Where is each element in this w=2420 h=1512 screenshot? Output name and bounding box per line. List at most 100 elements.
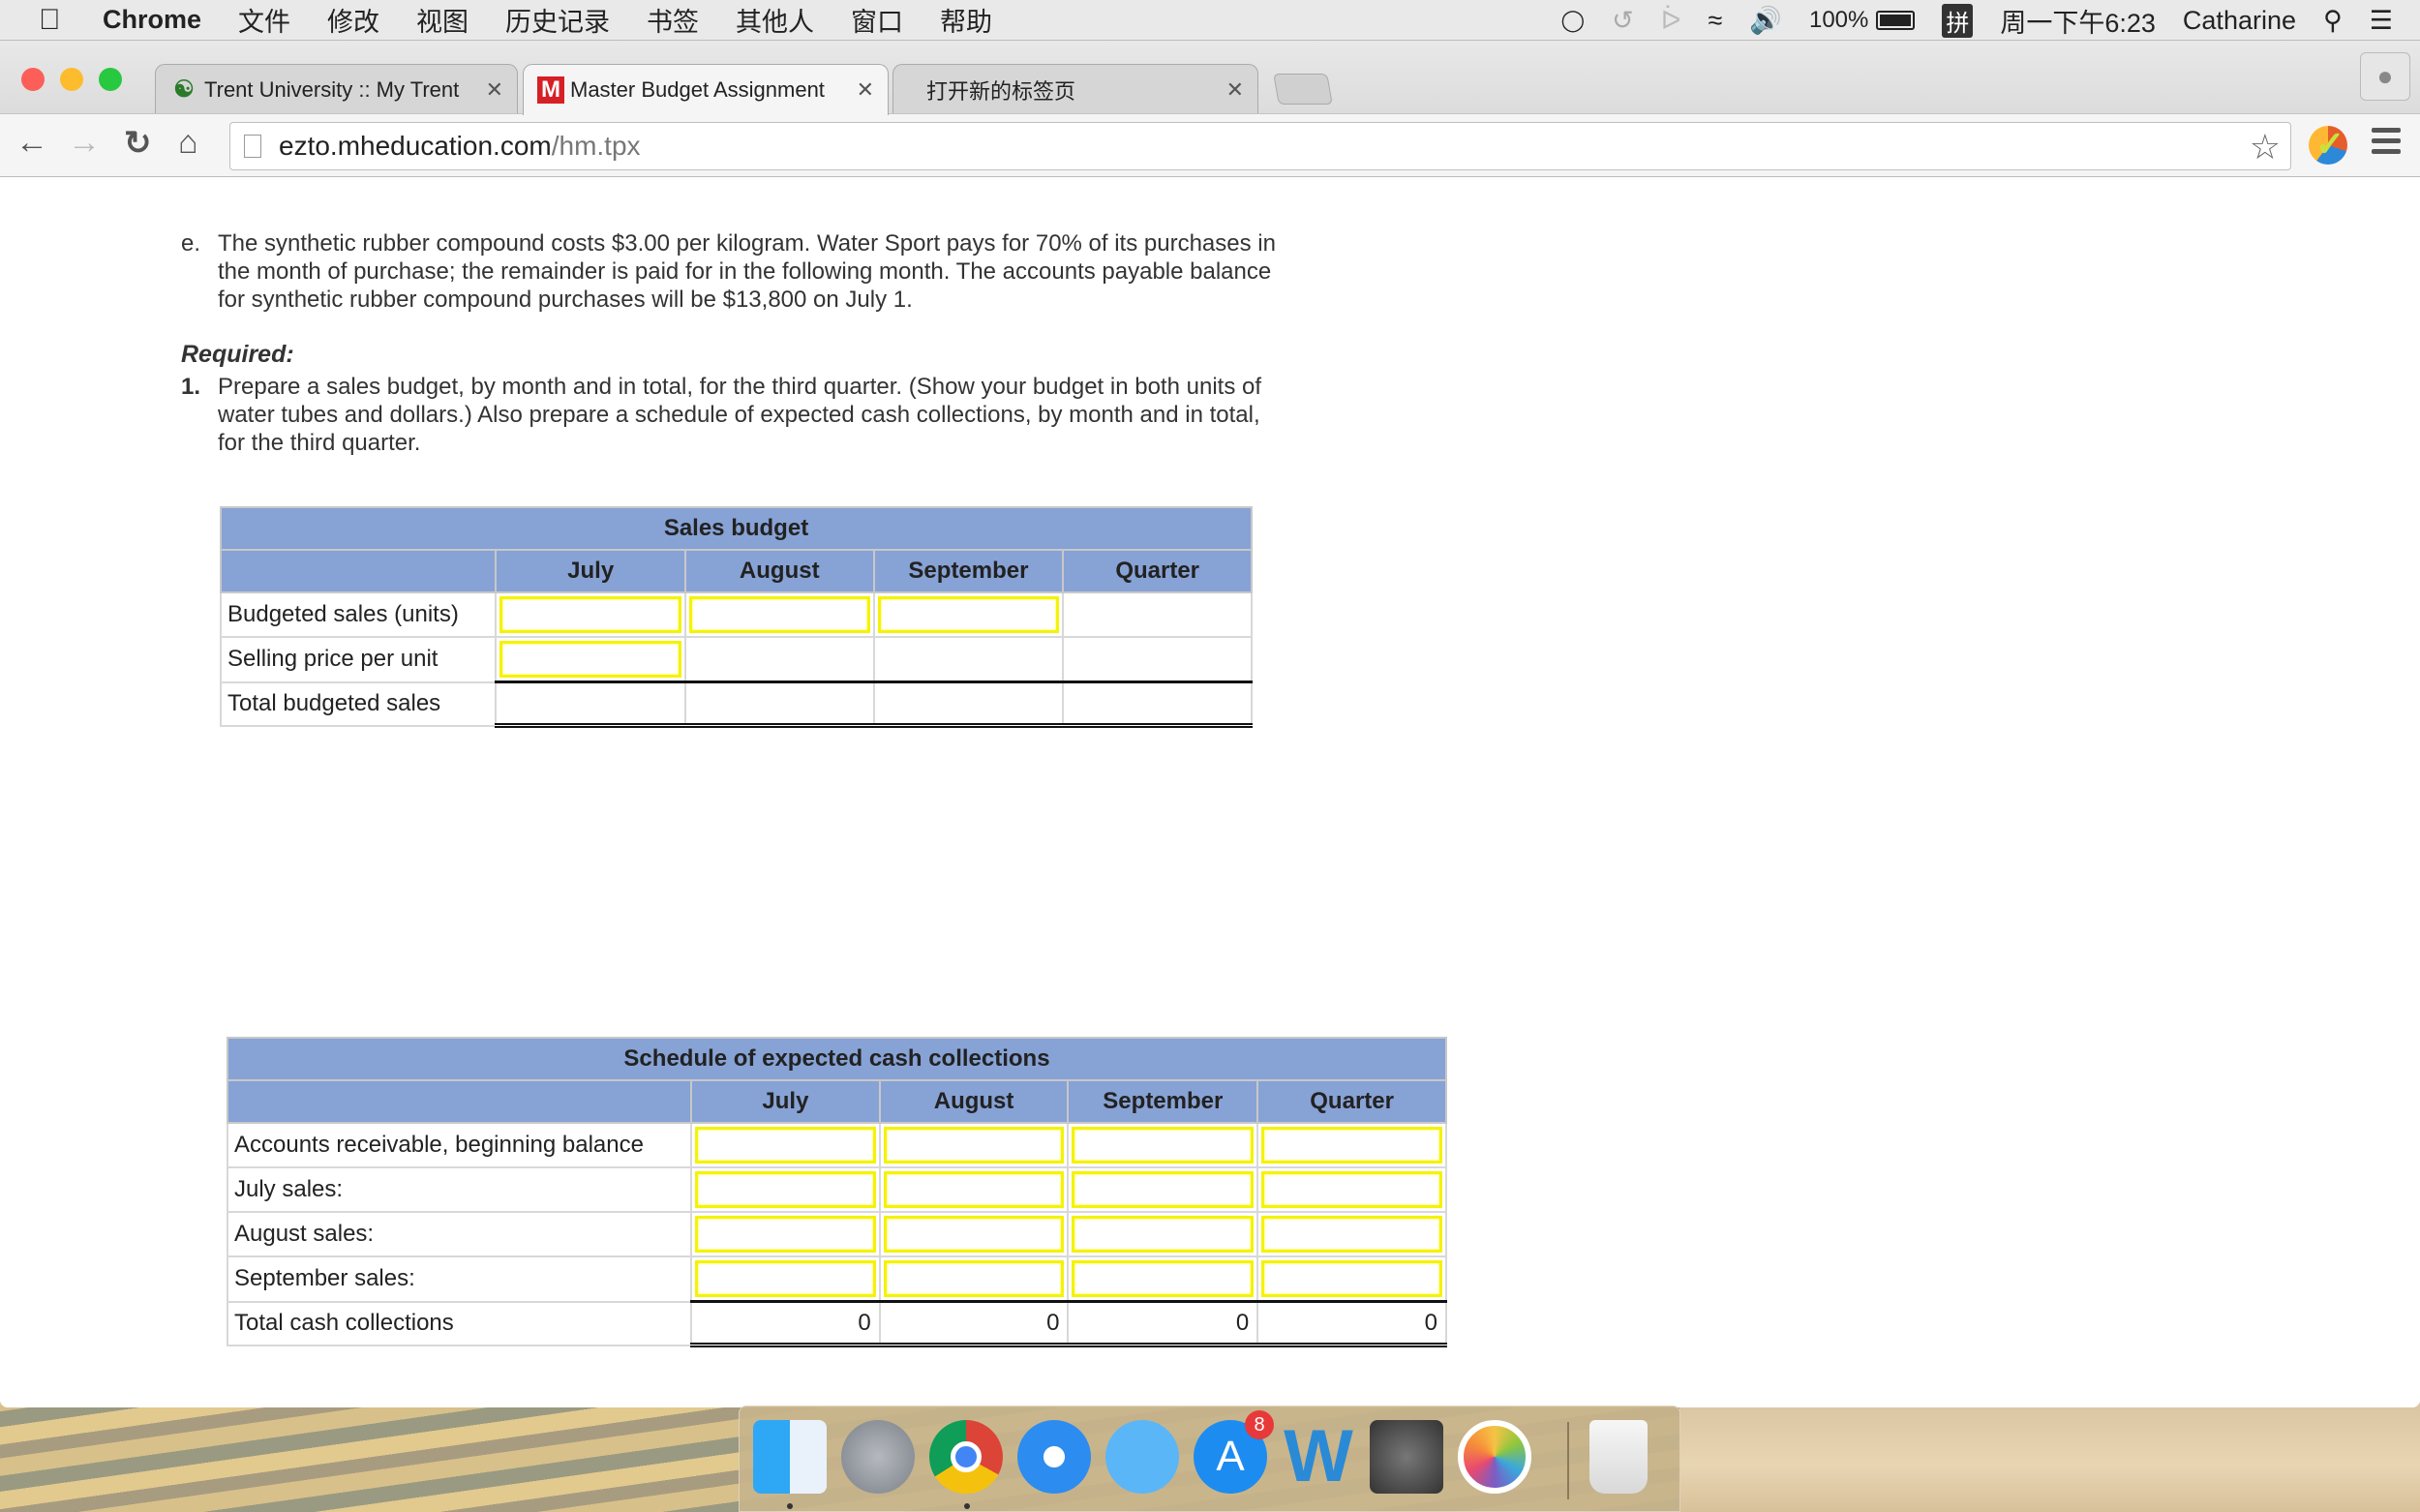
ar-beginning-august-input[interactable] [883,1127,1065,1164]
spotlight-search-icon[interactable]: ⚲ [2323,6,2343,36]
required-heading: Required: [181,341,294,368]
user-name[interactable]: Catharine [2183,6,2296,36]
table-title: Schedule of expected cash collections [227,1037,1447,1081]
total-collections-september: 0 [1067,1300,1259,1347]
home-icon[interactable]: ⌂ [178,124,198,162]
table-row: Accounts receivable, beginning balance [226,1122,1447,1168]
menu-people[interactable]: 其他人 [736,1,814,39]
safari-icon[interactable] [1017,1420,1091,1494]
september-sales-july-input[interactable] [695,1260,876,1297]
address-bar[interactable]: ezto.mheducation.com/hm.tpx ☆ [229,122,2291,170]
vpn-pro-icon[interactable]: ◯ [1561,8,1586,33]
forward-arrow-icon[interactable]: → [68,124,101,162]
sales-budget-table: Sales budget July August September Quart… [219,506,1253,728]
august-sales-september-input[interactable] [1072,1216,1255,1253]
september-sales-quarter-input[interactable] [1261,1260,1442,1297]
word-icon[interactable]: W [1282,1420,1355,1494]
header-blank [219,549,498,593]
tab-new-tab[interactable]: 打开新的标签页 ✕ [892,64,1258,114]
maximize-window-button[interactable] [99,68,122,91]
launchpad-icon[interactable] [841,1420,915,1494]
text-line: for synthetic rubber compound purchases … [218,287,913,313]
august-sales-quarter-input[interactable] [1261,1216,1442,1253]
july-sales-quarter-input[interactable] [1261,1171,1442,1208]
table-row: Budgeted sales (units) [219,591,1253,638]
total-collections-july: 0 [690,1300,881,1347]
september-sales-august-input[interactable] [883,1260,1065,1297]
cash-collections-table: Schedule of expected cash collections Ju… [226,1037,1447,1347]
chrome-menu-icon[interactable] [2372,128,2401,160]
clock[interactable]: 周一下午6:23 [2000,2,2156,40]
tab-title: 打开新的标签页 [926,78,1076,104]
menu-app-chrome[interactable]: Chrome [103,5,201,35]
trash-icon[interactable] [1589,1420,1648,1494]
tab-strip: ☯ Trent University :: My Trent ✕ M Maste… [0,41,2420,115]
new-tab-button[interactable] [1273,74,1333,105]
august-sales-august-input[interactable] [883,1216,1065,1253]
back-arrow-icon[interactable]: ← [15,124,48,162]
july-sales-august-input[interactable] [883,1171,1065,1208]
menu-file[interactable]: 文件 [238,1,290,39]
table-title: Sales budget [220,506,1253,551]
row-label: Budgeted sales (units) [219,591,498,638]
notification-center-icon[interactable]: ☰ [2370,6,2393,36]
row-label: Total budgeted sales [219,680,498,727]
menu-window[interactable]: 窗口 [851,1,903,39]
item-marker: 1. [181,374,201,400]
table-row: July sales: [226,1166,1447,1213]
app-store-badge: 8 [1245,1410,1274,1439]
battery-percent: 100% [1808,7,1869,33]
minimize-window-button[interactable] [60,68,83,91]
apple-menu-icon[interactable]:  [39,4,68,37]
budgeted-units-september-input[interactable] [877,596,1060,633]
menu-view[interactable]: 视图 [416,1,469,39]
col-header-august: August [683,549,875,593]
volume-icon[interactable]: 🔊 [1749,5,1782,36]
input-method-icon[interactable]: 拼 [1942,3,1974,38]
budgeted-units-august-input[interactable] [688,596,870,633]
july-sales-july-input[interactable] [695,1171,876,1208]
tab-trent-university[interactable]: ☯ Trent University :: My Trent ✕ [155,64,518,114]
close-window-button[interactable] [21,68,45,91]
ar-beginning-september-input[interactable] [1072,1127,1255,1164]
tab-master-budget[interactable]: M Master Budget Assignment ✕ [523,64,889,115]
september-sales-september-input[interactable] [1072,1260,1255,1297]
macos-dock: A 8 W [739,1406,1680,1512]
bluetooth-icon[interactable]: ᐆ [1661,6,1681,36]
row-label: Selling price per unit [219,636,498,683]
time-machine-icon[interactable]: ↺ [1612,6,1634,36]
messages-icon[interactable] [1105,1420,1179,1494]
menu-bookmarks[interactable]: 书签 [647,1,699,39]
battery-status[interactable]: 100% [1808,7,1916,34]
close-tab-icon[interactable]: ✕ [486,77,503,103]
extension-icon[interactable] [2309,124,2347,165]
close-tab-icon[interactable]: ✕ [857,77,874,103]
ar-beginning-quarter-input[interactable] [1261,1127,1442,1164]
table-row: Total cash collections 0 0 0 0 [226,1300,1447,1347]
ar-beginning-july-input[interactable] [695,1127,876,1164]
chrome-window: ☯ Trent University :: My Trent ✕ M Maste… [0,41,2420,1407]
august-sales-july-input[interactable] [695,1216,876,1253]
menu-help[interactable]: 帮助 [940,1,992,39]
reload-icon[interactable]: ↻ [124,124,152,163]
row-label: August sales: [226,1211,693,1257]
close-tab-icon[interactable]: ✕ [1226,77,1244,103]
url-path: /hm.tpx [551,131,641,161]
budgeted-units-july-input[interactable] [499,596,681,633]
menu-edit[interactable]: 修改 [327,1,379,39]
table-row: Total budgeted sales [219,680,1253,728]
menu-history[interactable]: 历史记录 [505,1,610,39]
selling-price-july-input[interactable] [499,641,681,678]
wifi-icon[interactable]: ≈ [1709,6,1723,36]
person-icon: ● [2376,61,2394,91]
url-host: ezto.mheducation.com [279,131,552,161]
system-preferences-icon[interactable] [1370,1420,1443,1494]
bookmark-star-icon[interactable]: ☆ [2250,127,2281,167]
chrome-icon[interactable] [929,1420,1003,1494]
page-icon [244,135,261,158]
photos-icon[interactable] [1458,1420,1531,1494]
profile-button[interactable]: ● [2360,52,2410,101]
finder-icon[interactable] [753,1420,827,1494]
text-line: the month of purchase; the remainder is … [218,258,1272,285]
july-sales-september-input[interactable] [1072,1171,1255,1208]
